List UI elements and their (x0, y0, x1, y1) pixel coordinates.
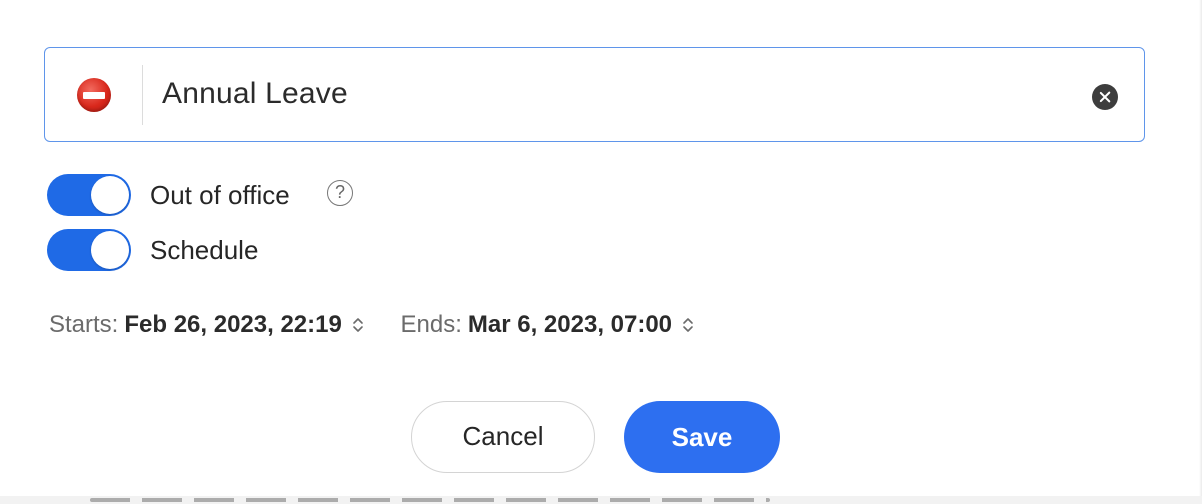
ends-label: Ends: (400, 311, 462, 338)
ends-value: Mar 6, 2023, 07:00 (467, 311, 673, 338)
schedule-label: Schedule (150, 235, 259, 265)
status-input[interactable]: Annual Leave (44, 47, 1145, 142)
background-content (90, 498, 770, 502)
input-divider (142, 65, 143, 125)
save-button[interactable]: Save (624, 401, 780, 473)
cancel-button[interactable]: Cancel (411, 401, 595, 473)
toggle-knob (91, 176, 129, 214)
out-of-office-label: Out of office (150, 180, 290, 210)
schedule-times: Starts: Feb 26, 2023, 22:19 Ends: Mar 6, 2… (49, 308, 694, 342)
toggle-knob (91, 231, 129, 269)
clear-icon[interactable] (1092, 84, 1118, 110)
help-icon[interactable]: ? (327, 180, 353, 206)
status-text-field[interactable]: Annual Leave (162, 74, 348, 114)
starts-label: Starts: (49, 311, 119, 338)
custom-status-dialog: Annual Leave Out of office ? Schedule St… (0, 0, 1202, 504)
starts-group[interactable]: Starts: Feb 26, 2023, 22:19 (49, 311, 371, 338)
schedule-toggle[interactable] (47, 229, 131, 271)
background-strip (0, 496, 1202, 504)
up-down-chevron-icon[interactable] (352, 316, 364, 334)
starts-value: Feb 26, 2023, 22:19 (124, 311, 342, 338)
no-entry-icon[interactable] (77, 78, 111, 112)
out-of-office-toggle[interactable] (47, 174, 131, 216)
up-down-chevron-icon[interactable] (682, 316, 694, 334)
ends-group[interactable]: Ends: Mar 6, 2023, 07:00 (401, 311, 695, 338)
